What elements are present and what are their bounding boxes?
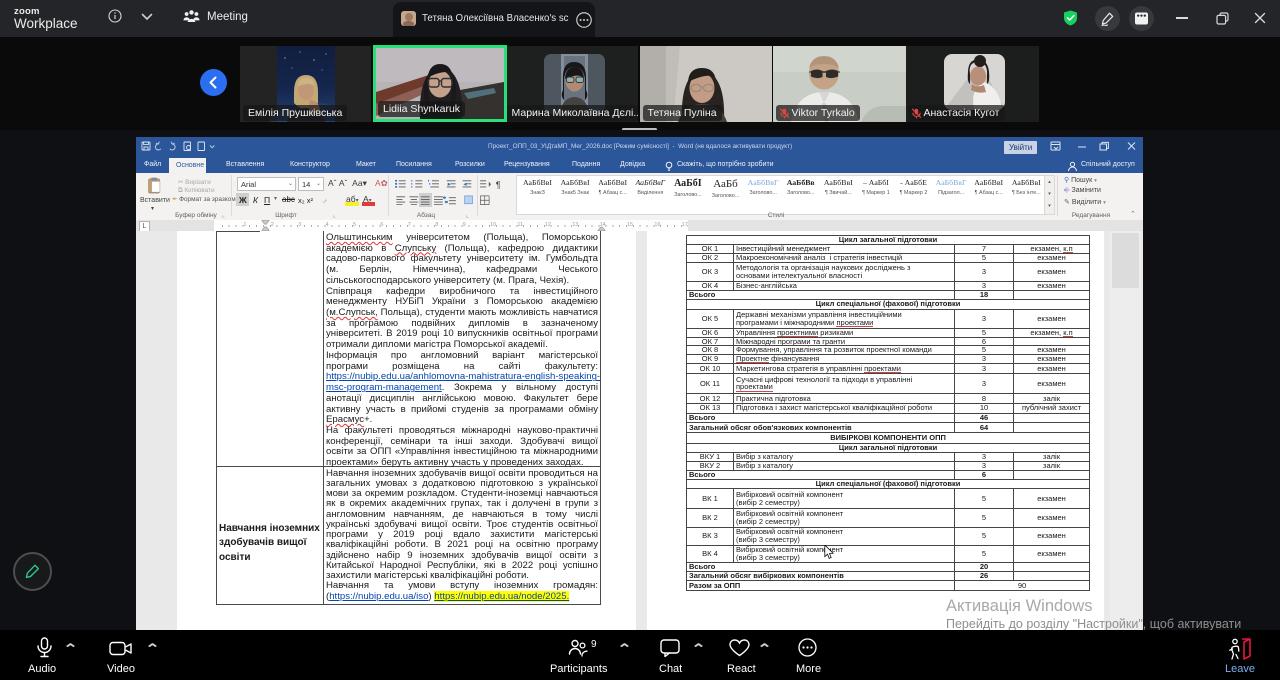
- svg-text:¶: ¶: [496, 180, 501, 190]
